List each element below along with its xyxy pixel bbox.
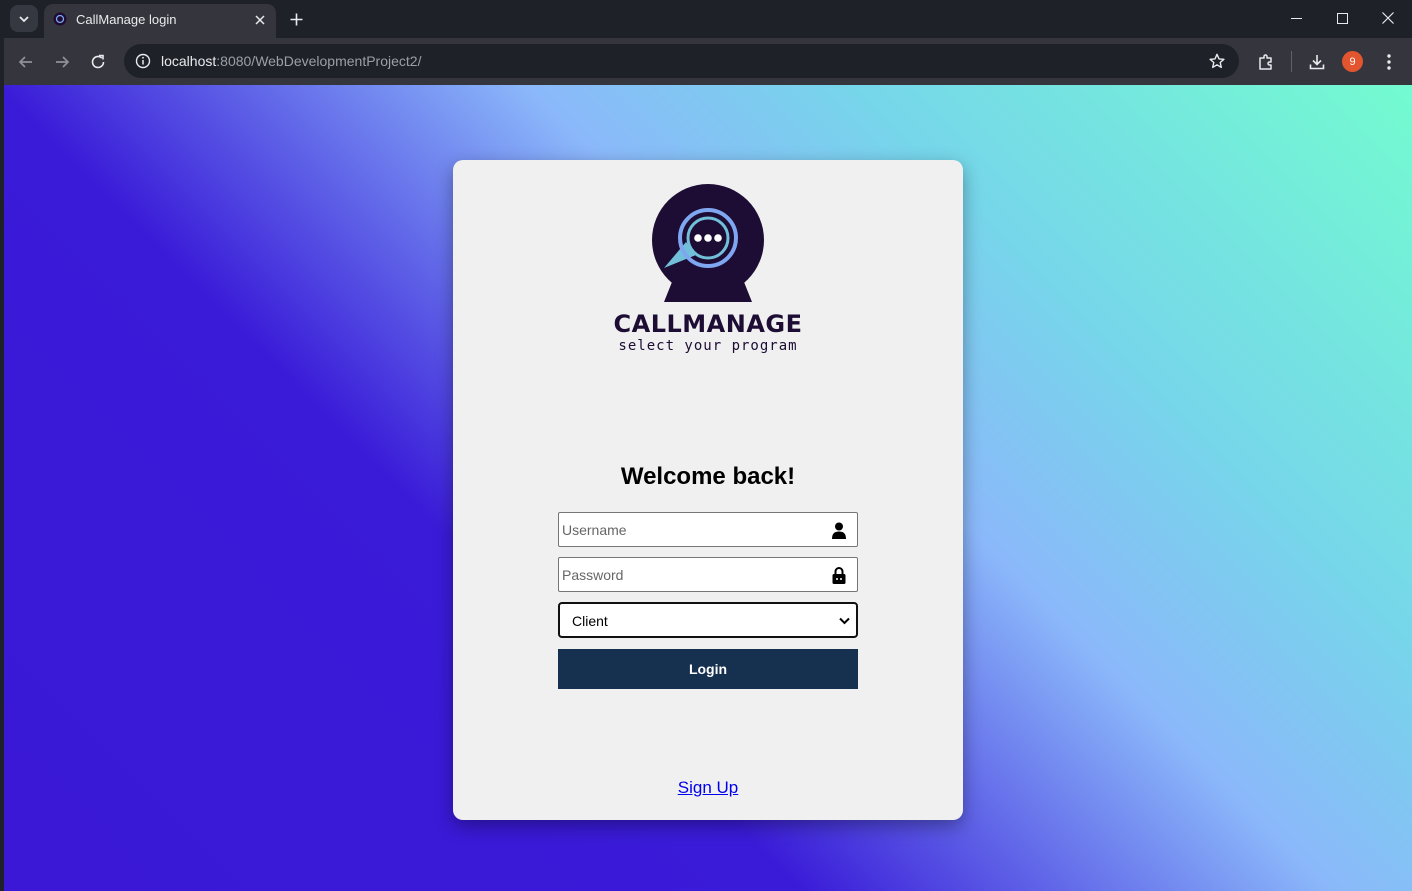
browser-toolbar: localhost:8080/WebDevelopmentProject2/ 9 (4, 38, 1412, 85)
reload-button[interactable] (85, 49, 111, 75)
extensions-button[interactable] (1254, 50, 1278, 74)
password-field (558, 557, 858, 592)
role-select[interactable]: Client (558, 602, 858, 638)
lock-icon (831, 566, 847, 584)
profile-avatar[interactable]: 9 (1342, 51, 1363, 72)
back-button[interactable] (13, 49, 39, 75)
browser-tabbar: CallManage login (0, 0, 1412, 38)
star-icon (1209, 53, 1225, 69)
close-icon (255, 15, 265, 25)
window-close-button[interactable] (1365, 0, 1411, 36)
bookmark-button[interactable] (1207, 51, 1227, 71)
role-select-value: Client (572, 613, 608, 629)
signup-container: Sign Up (453, 778, 963, 798)
page-viewport: CALLMANAGE select your program Welcome b… (4, 85, 1412, 891)
username-field (558, 512, 858, 547)
toolbar-separator (1291, 51, 1292, 72)
forward-button[interactable] (49, 49, 75, 75)
url-text: localhost:8080/WebDevelopmentProject2/ (161, 53, 421, 69)
arrow-left-icon (18, 56, 32, 68)
download-icon (1309, 55, 1325, 70)
downloads-button[interactable] (1305, 50, 1329, 74)
browser-menu-button[interactable] (1377, 50, 1401, 74)
tab-close-button[interactable] (250, 10, 270, 30)
minimize-icon (1290, 17, 1302, 19)
brand-tagline: select your program (618, 338, 798, 354)
username-input[interactable] (559, 513, 821, 546)
maximize-button[interactable] (1319, 0, 1365, 36)
site-info-button[interactable] (133, 51, 153, 71)
chevron-down-icon (19, 15, 29, 22)
url-host: localhost (161, 53, 217, 69)
url-path: :8080/WebDevelopmentProject2/ (216, 53, 422, 69)
browser-tab[interactable]: CallManage login (44, 4, 276, 38)
plus-icon (290, 13, 302, 25)
signup-link[interactable]: Sign Up (678, 778, 738, 797)
chevron-down-icon (838, 615, 850, 627)
callmanage-favicon-icon (53, 12, 67, 26)
close-icon (1382, 12, 1394, 24)
password-input[interactable] (559, 558, 821, 591)
new-tab-button[interactable] (284, 7, 308, 31)
login-card: CALLMANAGE select your program Welcome b… (453, 160, 963, 820)
arrow-right-icon (56, 56, 70, 68)
brand-name: CALLMANAGE (613, 310, 803, 338)
tab-search-button[interactable] (10, 5, 38, 32)
welcome-heading: Welcome back! (620, 463, 796, 490)
info-icon (135, 53, 151, 69)
puzzle-icon (1259, 54, 1272, 70)
more-vertical-icon (1387, 54, 1391, 70)
login-button[interactable]: Login (558, 649, 858, 689)
maximize-icon (1336, 12, 1348, 24)
reload-icon (91, 54, 105, 69)
tab-title: CallManage login (76, 12, 177, 27)
address-bar[interactable]: localhost:8080/WebDevelopmentProject2/ (124, 44, 1239, 78)
minimize-button[interactable] (1273, 0, 1319, 36)
user-icon (831, 521, 847, 539)
